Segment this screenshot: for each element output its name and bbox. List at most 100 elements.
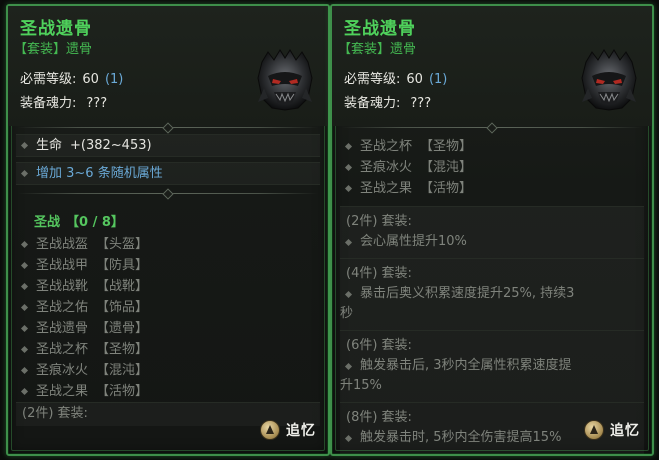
bullet-icon [20, 366, 29, 375]
bullet-icon [20, 303, 29, 312]
set-item: 圣痕冰火 【混沌】 [16, 360, 320, 381]
equip-soul-value: ??? [86, 96, 108, 111]
stats-section: 生命 +(382~453) [16, 134, 320, 157]
set-item: 圣战之果 【活物】 [16, 381, 320, 402]
set-count: 【0 / 8】 [66, 215, 124, 230]
set-item-slot: 【防具】 [96, 258, 149, 273]
required-level-extra: (1) [104, 72, 124, 87]
set-bonus-4: (4件) 套装: 暴击后奥义积累速度提升25%, 持续3 秒 [340, 259, 644, 331]
item-tooltip-right: 圣战遗骨 【套装】遗骨 必需等级: 60 (1) 装备魂力:??? 圣战之杯 【圣物】 [330, 4, 654, 456]
stat-value: +(382~453) [70, 138, 152, 153]
set-item: 圣战之杯 【圣物】 [16, 339, 320, 360]
recall-button[interactable]: 追忆 [260, 420, 316, 440]
bullet-icon [20, 282, 29, 291]
bullet-icon [344, 290, 353, 299]
recall-button[interactable]: 追忆 [584, 420, 640, 440]
set-item: 圣战之杯 【圣物】 [340, 136, 644, 157]
equip-soul-label: 装备魂力: [344, 96, 401, 111]
required-level-label: 必需等级: [344, 72, 401, 87]
set-item-name: 圣战战盔 [36, 237, 89, 252]
recall-label: 追忆 [610, 423, 640, 439]
bullet-icon [20, 324, 29, 333]
item-subtitle: 【套装】遗骨 [14, 42, 93, 57]
bullet-icon [344, 362, 353, 371]
set-list: 圣战 【0 / 8】 圣战战盔 【头盔】 圣战战甲 【防具】 圣战战靴 【战靴】 圣战之… [16, 212, 320, 402]
required-level: 必需等级: 60 (1) [20, 68, 123, 87]
set-item: 圣战战盔 【头盔】 [16, 234, 320, 255]
set-item-slot: 【遗骨】 [96, 321, 149, 336]
bullet-icon [344, 142, 353, 151]
set-item-name: 圣战战甲 [36, 258, 89, 273]
bullet-icon [344, 434, 353, 443]
required-level-extra: (1) [428, 72, 448, 87]
set-bonus-6: (6件) 套装: 触发暴击后, 3秒内全属性积累速度提 升15% [340, 331, 644, 403]
set-bonus-head: (2件) 套装: [346, 214, 412, 229]
header-divider [342, 122, 642, 134]
set-bonus-2: (2件) 套装: 会心属性提升10% [340, 207, 644, 259]
set-item-slot: 【活物】 [420, 181, 473, 196]
set-name: 圣战 【0 / 8】 [16, 212, 320, 234]
set-item-name: 圣战之杯 [360, 139, 413, 154]
set-item-slot: 【饰品】 [96, 300, 149, 315]
tooltip-header: 圣战遗骨 【套装】遗骨 必需等级: 60 (1) 装备魂力:??? [8, 6, 328, 126]
bullet-icon [344, 163, 353, 172]
demon-helm-icon [581, 49, 637, 111]
bullet-icon [20, 141, 29, 150]
set-item-slot: 【头盔】 [96, 237, 149, 252]
set-item-name: 圣战之果 [36, 384, 89, 399]
bullet-icon [20, 387, 29, 396]
equip-soul-value: ??? [410, 96, 432, 111]
set-item: 圣战遗骨 【遗骨】 [16, 318, 320, 339]
set-item-slot: 【混沌】 [96, 363, 149, 378]
random-attr-section: 增加 3~6 条随机属性 [16, 162, 320, 185]
set-item-slot: 【战靴】 [96, 279, 149, 294]
item-title: 圣战遗骨 [20, 19, 92, 39]
stat-label: 生命 [36, 138, 63, 153]
set-item: 圣战之果 【活物】 [340, 178, 644, 199]
bullet-icon [20, 240, 29, 249]
set-item-slot: 【圣物】 [96, 342, 149, 357]
set-bonus-effect-cont: 升15% [340, 378, 382, 393]
tooltip-header: 圣战遗骨 【套装】遗骨 必需等级: 60 (1) 装备魂力:??? [332, 6, 652, 126]
bullet-icon [20, 261, 29, 270]
set-item-name: 圣战之佑 [36, 300, 89, 315]
set-item-name: 圣战之杯 [36, 342, 89, 357]
set-item-name: 圣痕冰火 [360, 160, 413, 175]
item-tooltip-left: 圣战遗骨 【套装】遗骨 必需等级: 60 (1) 装备魂力:??? 生命 +(3… [6, 4, 330, 456]
set-item: 圣痕冰火 【混沌】 [340, 157, 644, 178]
set-list: 圣战之杯 【圣物】 圣痕冰火 【混沌】 圣战之果 【活物】 [340, 136, 644, 199]
set-item: 圣战之佑 【饰品】 [16, 297, 320, 318]
set-item-slot: 【活物】 [96, 384, 149, 399]
set-bonus-effect-text: 触发暴击时, 5秒内全伤害提高15% [360, 430, 562, 445]
required-level: 必需等级: 60 (1) [344, 68, 447, 87]
set-bonus-effect: 会心属性提升10% [340, 232, 644, 252]
set-item-name: 圣战遗骨 [36, 321, 89, 336]
set-bonus-effect-text: 会心属性提升10% [360, 234, 467, 249]
set-item-slot: 【混沌】 [420, 160, 473, 175]
recall-icon [260, 420, 280, 440]
set-item: 圣战战甲 【防具】 [16, 255, 320, 276]
set-bonus-head: (6件) 套装: [346, 338, 412, 353]
bullet-icon [344, 238, 353, 247]
recall-label: 追忆 [286, 423, 316, 439]
required-level-value: 60 [406, 72, 423, 87]
required-level-label: 必需等级: [20, 72, 77, 87]
demon-helm-icon [257, 49, 313, 111]
set-item-name: 圣战战靴 [36, 279, 89, 294]
set-item-name: 圣痕冰火 [36, 363, 89, 378]
bullet-icon [20, 169, 29, 178]
set-bonus-effect-cont: 秒 [340, 306, 354, 321]
set-item-name: 圣战之果 [360, 181, 413, 196]
set-item: 圣战战靴 【战靴】 [16, 276, 320, 297]
bullet-icon [344, 184, 353, 193]
bullet-icon [20, 345, 29, 354]
set-bonus-head: (4件) 套装: [346, 266, 412, 281]
header-divider [18, 122, 318, 134]
item-subtitle: 【套装】遗骨 [338, 42, 417, 57]
set-divider [18, 188, 318, 200]
stat-row-life: 生命 +(382~453) [16, 135, 320, 156]
set-item-slot: 【圣物】 [420, 139, 473, 154]
set-bonus-effect-text: 暴击后奥义积累速度提升25%, 持续3 [360, 286, 575, 301]
equip-soul: 装备魂力:??? [20, 92, 107, 111]
random-attr-text: 增加 3~6 条随机属性 [36, 166, 163, 181]
